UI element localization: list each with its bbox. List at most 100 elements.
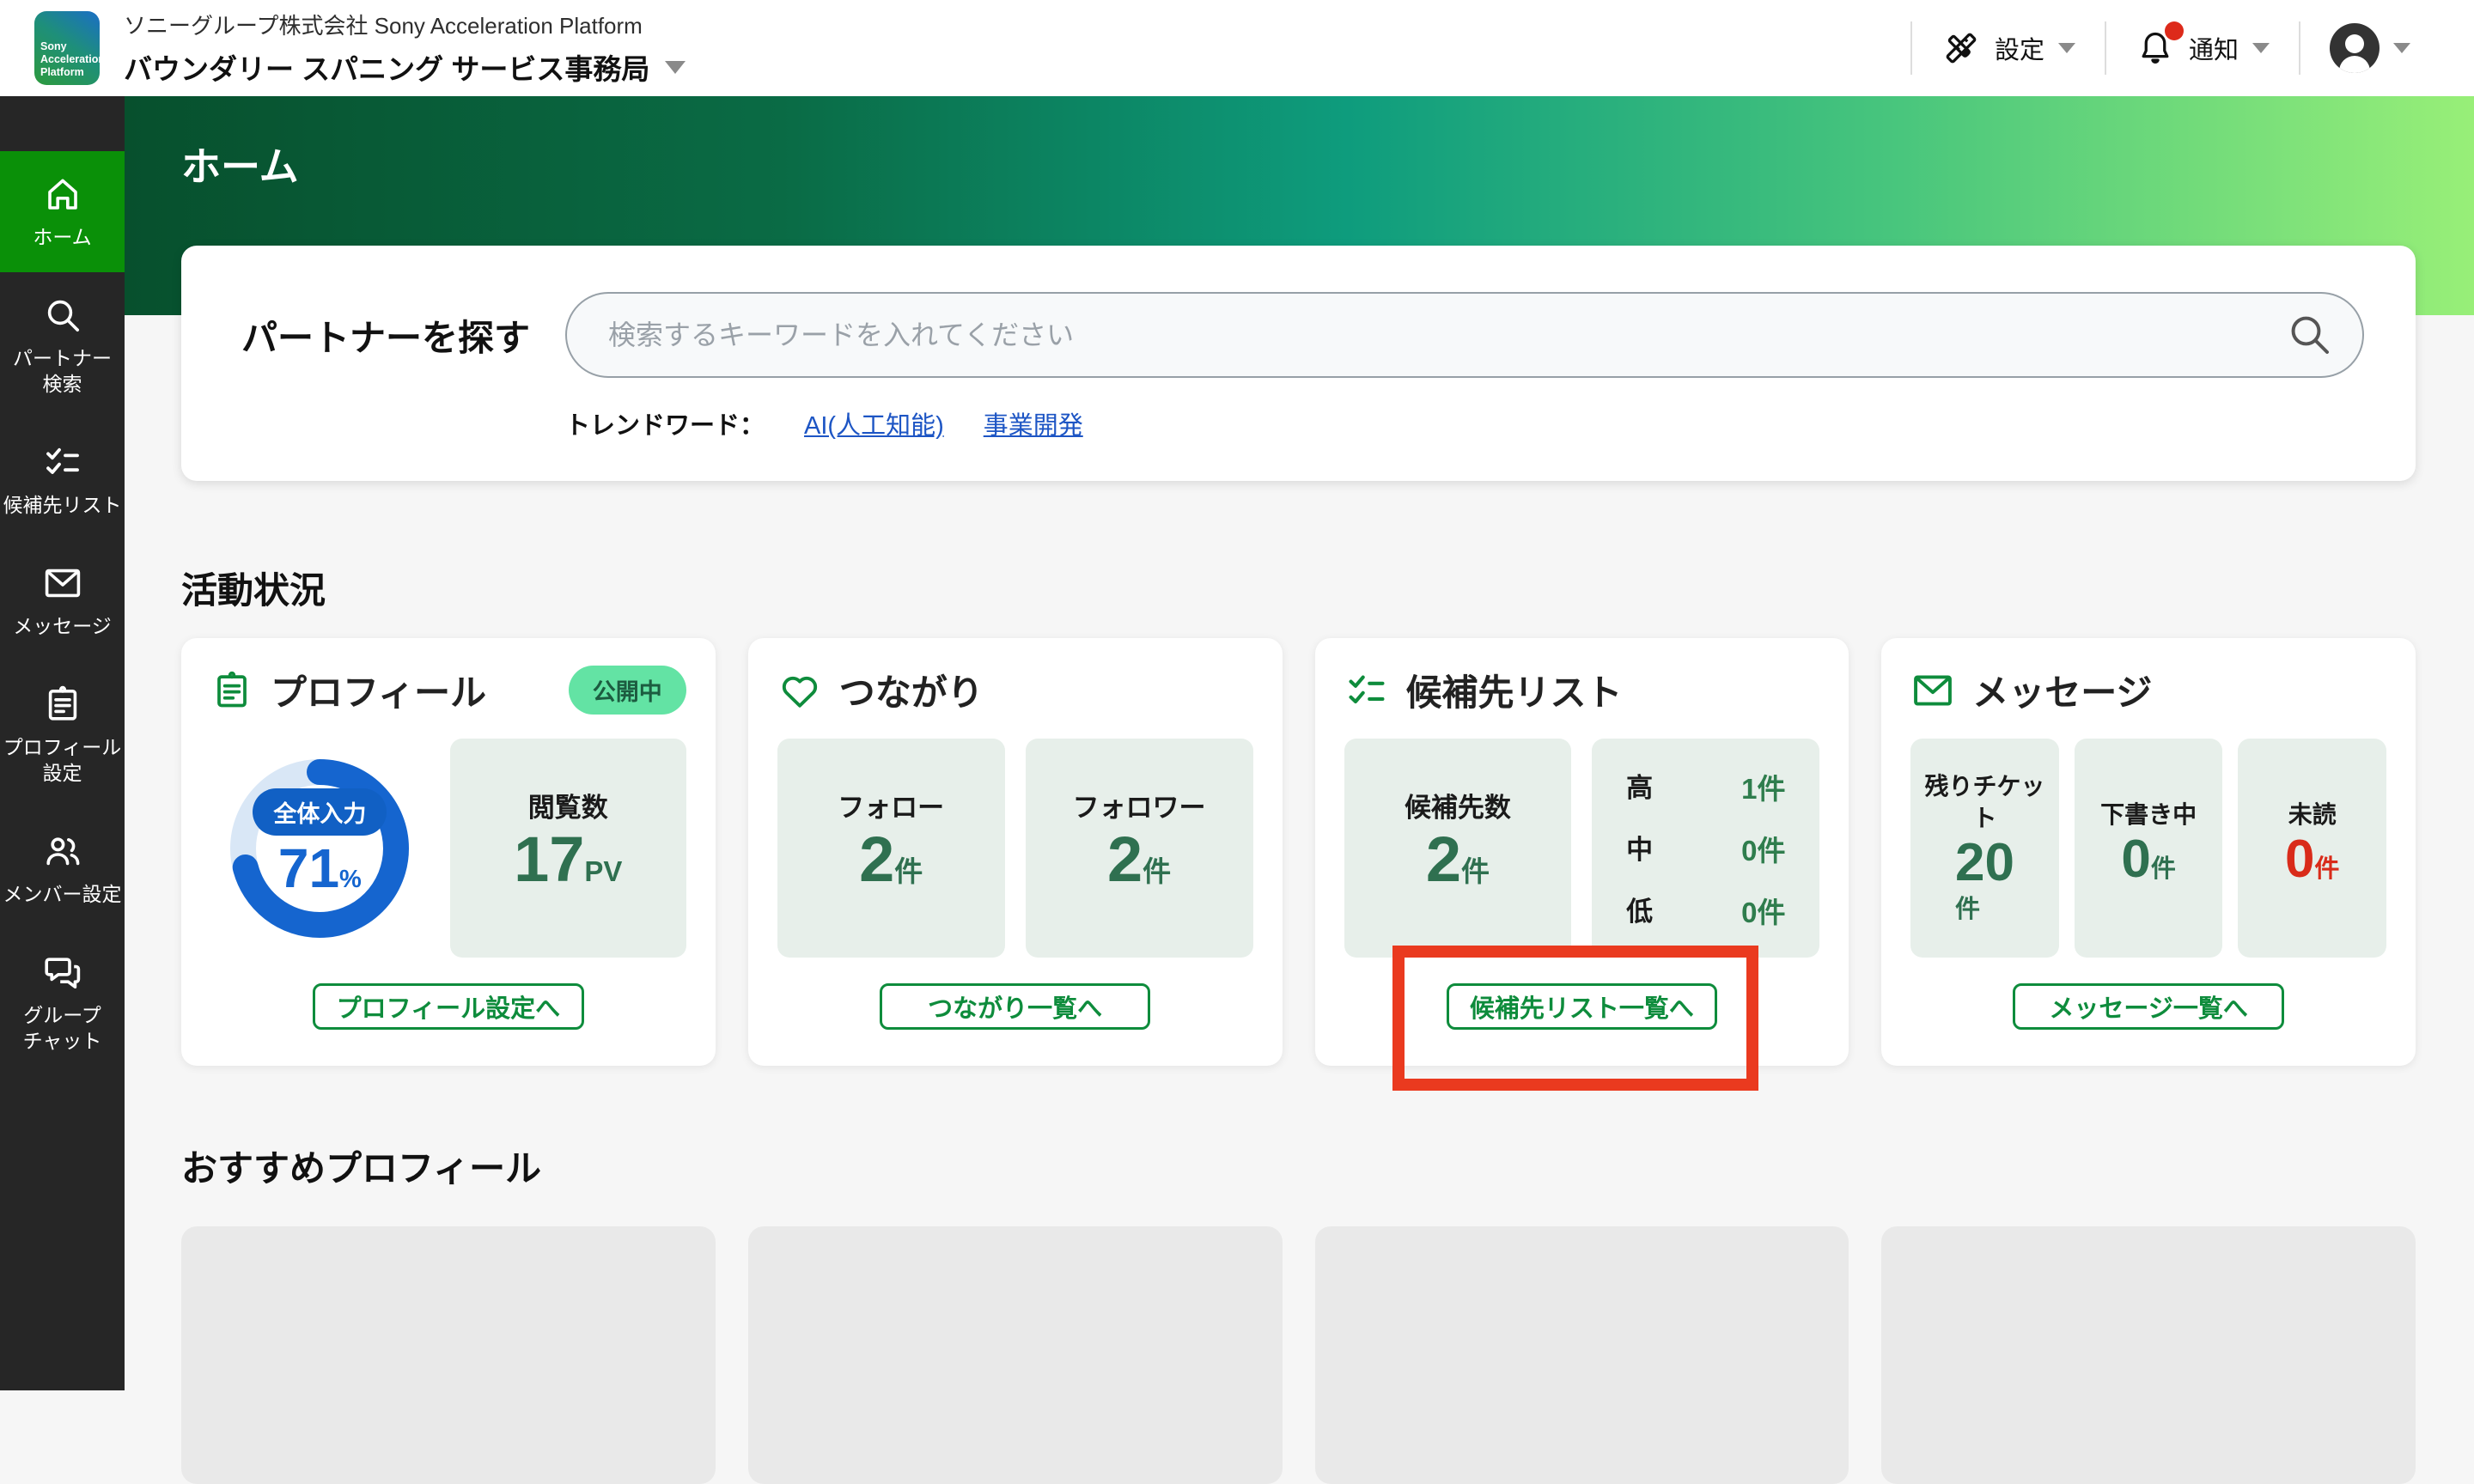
sidebar-item-label: メッセージ — [13, 615, 112, 637]
recommended-profile-placeholder[interactable] — [1881, 1226, 2416, 1484]
chevron-down-icon — [2252, 43, 2270, 53]
priority-row-high: 高 1件 — [1626, 772, 1786, 805]
sidebar-item-label: プロフィール 設定 — [3, 736, 122, 784]
sidebar-item-label: メンバー設定 — [3, 883, 122, 905]
header-titles: ソニーグループ株式会社 Sony Acceleration Platform バ… — [124, 9, 686, 88]
org-name: バウンダリー スパニング サービス事務局 — [124, 53, 650, 85]
account-menu[interactable] — [2300, 23, 2440, 73]
checklist-icon — [46, 447, 79, 474]
sidebar-item-label: ホーム — [33, 226, 92, 248]
public-status-badge: 公開中 — [568, 666, 686, 715]
card-title: プロフィール — [271, 672, 487, 713]
donut-label-pill: 全体入力 — [253, 788, 387, 836]
sidebar-item-profile-settings[interactable]: プロフィール 設定 — [0, 661, 125, 808]
activity-cards: プロフィール 公開中 全体入力 71% 閲覧数 17PV プロフィール設定へ つ… — [181, 638, 2416, 1091]
checklist-icon — [1349, 675, 1384, 703]
partner-search-card: パートナーを探す トレンドワード： AI(人工知能) 事業開発 — [181, 246, 2416, 481]
envelope-icon — [45, 569, 80, 598]
sidebar-item-candidate-list[interactable]: 候補先リスト — [0, 419, 125, 540]
sidebar-item-partner-search[interactable]: パートナー 検索 — [0, 272, 125, 419]
home-icon — [47, 179, 77, 210]
remaining-tickets-panel: 残りチケット 20 件 — [1910, 739, 2059, 958]
company-name: ソニーグループ株式会社 Sony Acceleration Platform — [124, 13, 643, 39]
top-bar: Sony Acceleration Platform ソニーグループ株式会社 S… — [0, 0, 2474, 96]
priority-row-low: 低 0件 — [1626, 896, 1786, 928]
envelope-icon — [1914, 674, 1953, 706]
messages-card: メッセージ 残りチケット 20 件 下書き中 0件 未読 0件 メッセージ一覧へ — [1881, 638, 2416, 1066]
profile-card: プロフィール 公開中 全体入力 71% 閲覧数 17PV プロフィール設定へ — [181, 638, 716, 1066]
unread-panel: 未読 0件 — [2238, 739, 2386, 958]
follower-count: 2 — [1106, 823, 1143, 895]
sony-acceleration-platform-logo: Sony Acceleration Platform — [34, 11, 106, 85]
trend-words-label: トレンドワード： — [565, 412, 765, 440]
notifications-label: 通知 — [2188, 37, 2239, 64]
sidebar-item-messages[interactable]: メッセージ — [0, 540, 125, 661]
connections-card: つながり フォロー 2件 フォロワー 2件 つながり一覧へ — [747, 638, 1283, 1066]
drafts-count: 0 — [2121, 829, 2151, 889]
go-to-profile-settings-button[interactable]: プロフィール設定へ — [313, 983, 584, 1030]
clipboard-icon — [48, 685, 76, 721]
go-to-messages-list-button[interactable]: メッセージ一覧へ — [2013, 983, 2284, 1030]
logo-line: Acceleration — [40, 53, 106, 65]
search-card-heading: パートナーを探す — [241, 317, 531, 358]
sidebar-item-label: 候補先リスト — [3, 494, 122, 516]
unread-count: 0 — [2284, 829, 2315, 889]
sidebar-item-home[interactable]: ホーム — [0, 151, 125, 272]
chat-bubbles-icon — [44, 958, 80, 988]
heart-icon — [782, 676, 817, 708]
recommended-section-heading: おすすめプロフィール — [181, 1148, 542, 1189]
candidate-list-card: 候補先リスト 候補先数 2件 高 1件 中 0件 低 0件 候補先リスト一覧へ — [1314, 638, 1849, 1091]
notification-badge-dot — [2164, 21, 2184, 40]
go-to-connections-list-button[interactable]: つながり一覧へ — [879, 983, 1151, 1030]
sidebar-item-label: グループ チャット — [22, 1004, 102, 1052]
recommended-profile-placeholder[interactable] — [181, 1226, 716, 1484]
drafts-panel: 下書き中 0件 — [2074, 739, 2223, 958]
card-title: メッセージ — [1972, 672, 2153, 713]
sidebar-nav: ホーム パートナー 検索 候補先リスト メッセージ プロフィール 設定 メンバー… — [0, 96, 125, 1390]
follow-count: 2 — [859, 823, 895, 895]
settings-label: 設定 — [1994, 37, 2044, 64]
completion-percent: 71 — [277, 836, 340, 899]
chevron-down-icon — [665, 60, 686, 74]
org-selector[interactable]: バウンダリー スパニング サービス事務局 — [124, 46, 686, 88]
sidebar-item-member-settings[interactable]: メンバー設定 — [0, 808, 125, 929]
chevron-down-icon — [2393, 43, 2410, 53]
page-title: ホーム — [181, 144, 299, 189]
clipboard-icon — [217, 671, 247, 707]
top-bar-actions: 設定 通知 — [1910, 0, 2440, 96]
logo-line: Sony — [40, 40, 67, 52]
sidebar-item-label: パートナー 検索 — [13, 347, 112, 395]
people-icon — [46, 837, 79, 866]
sidebar-item-group-chat[interactable]: グループ チャット — [0, 929, 125, 1076]
keyword-search-input[interactable] — [565, 292, 2364, 378]
priority-row-medium: 中 0件 — [1626, 834, 1786, 867]
recommended-profile-placeholder[interactable] — [1314, 1226, 1849, 1484]
recommended-profile-placeholder[interactable] — [747, 1226, 1283, 1484]
candidate-count-panel: 候補先数 2件 — [1344, 739, 1572, 958]
remaining-tickets-count: 20 — [1955, 832, 2015, 892]
search-submit-button[interactable] — [2283, 309, 2335, 361]
go-to-candidate-list-button[interactable]: 候補先リスト一覧へ — [1446, 983, 1718, 1030]
notifications-menu[interactable]: 通知 — [2106, 21, 2299, 68]
trend-link-ai[interactable]: AI(人工知能) — [804, 405, 944, 441]
follower-stat-panel: フォロワー 2件 — [1025, 739, 1253, 958]
tools-icon — [1946, 33, 1977, 64]
main-content: ホーム パートナーを探す トレンドワード： AI(人工知能) 事業開発 — [125, 96, 2474, 1484]
search-icon — [47, 300, 79, 331]
search-icon — [2291, 316, 2329, 354]
views-count: 17 — [514, 823, 585, 895]
recommended-profiles — [181, 1226, 2416, 1484]
priority-breakdown-panel: 高 1件 中 0件 低 0件 — [1592, 739, 1820, 958]
candidate-count: 2 — [1425, 823, 1462, 895]
views-stat-panel: 閲覧数 17PV — [449, 739, 686, 958]
follow-stat-panel: フォロー 2件 — [777, 739, 1005, 958]
views-label: 閲覧数 — [527, 792, 608, 823]
profile-completion-donut: 全体入力 71% — [210, 739, 430, 958]
avatar — [2330, 23, 2380, 73]
chevron-down-icon — [2057, 43, 2075, 53]
trend-link-business-dev[interactable]: 事業開発 — [984, 405, 1083, 441]
settings-menu[interactable]: 設定 — [1912, 28, 2105, 68]
activity-section-heading: 活動状況 — [181, 570, 326, 611]
logo-line: Platform — [40, 66, 84, 78]
card-title: つながり — [838, 672, 984, 713]
